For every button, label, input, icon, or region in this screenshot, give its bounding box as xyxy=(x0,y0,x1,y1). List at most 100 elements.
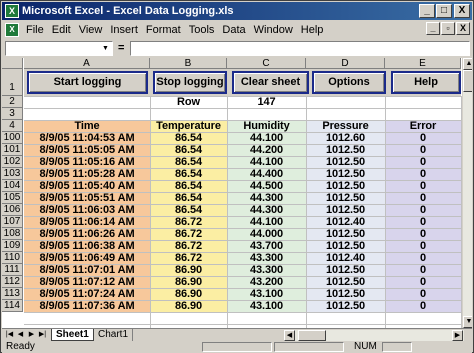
menu-tools[interactable]: Tools xyxy=(185,24,219,36)
cell-humidity[interactable]: 44.200 xyxy=(227,144,306,156)
cell-humidity[interactable]: 43.700 xyxy=(227,240,306,252)
cell-pressure[interactable]: 1012.50 xyxy=(306,144,385,156)
cell-error[interactable]: 0 xyxy=(385,264,461,276)
row-header[interactable]: 103 xyxy=(2,168,23,180)
cell-error[interactable]: 0 xyxy=(385,300,461,312)
stop-logging-button[interactable]: Stop logging xyxy=(153,71,227,94)
cell-error[interactable]: 0 xyxy=(385,168,461,180)
cell-pressure[interactable]: 1012.50 xyxy=(306,240,385,252)
cell-humidity[interactable]: 43.100 xyxy=(227,288,306,300)
prev-sheet-icon[interactable]: ◀ xyxy=(15,329,26,340)
header-pressure[interactable]: Pressure xyxy=(306,120,385,132)
cell-temperature[interactable]: 86.54 xyxy=(150,144,227,156)
header-time[interactable]: Time xyxy=(24,120,150,132)
cell-time[interactable]: 8/9/05 11:07:12 AM xyxy=(24,276,150,288)
header-error[interactable]: Error xyxy=(385,120,461,132)
cell-error[interactable]: 0 xyxy=(385,228,461,240)
cell-pressure[interactable]: 1012.40 xyxy=(306,252,385,264)
clear-sheet-button[interactable]: Clear sheet xyxy=(232,71,309,94)
formula-input[interactable] xyxy=(130,41,470,56)
horizontal-scrollbar[interactable]: ◀ ▶ xyxy=(284,330,464,341)
first-sheet-icon[interactable]: |◀ xyxy=(4,329,15,340)
cell-temperature[interactable]: 86.54 xyxy=(150,156,227,168)
cell-humidity[interactable]: 44.300 xyxy=(227,192,306,204)
menu-data[interactable]: Data xyxy=(218,24,249,36)
row-value-cell[interactable]: 147 xyxy=(227,96,306,108)
cell-time[interactable]: 8/9/05 11:05:28 AM xyxy=(24,168,150,180)
cell-temperature[interactable]: 86.54 xyxy=(150,204,227,216)
row-label-cell[interactable]: Row xyxy=(150,96,227,108)
cell-time[interactable]: 8/9/05 11:07:24 AM xyxy=(24,288,150,300)
cell-time[interactable]: 8/9/05 11:04:53 AM xyxy=(24,132,150,144)
row-header-1[interactable]: 1 xyxy=(2,69,23,96)
cell-humidity[interactable]: 43.300 xyxy=(227,252,306,264)
column-header-b[interactable]: B xyxy=(150,58,227,69)
cell-time[interactable]: 8/9/05 11:05:51 AM xyxy=(24,192,150,204)
chevron-down-icon[interactable]: ▼ xyxy=(100,43,111,54)
cell-time[interactable]: 8/9/05 11:06:49 AM xyxy=(24,252,150,264)
scroll-left-icon[interactable]: ◀ xyxy=(284,330,295,341)
column-header-c[interactable]: C xyxy=(227,58,306,69)
cell-time[interactable]: 8/9/05 11:06:26 AM xyxy=(24,228,150,240)
cell-error[interactable]: 0 xyxy=(385,180,461,192)
doc-minimize-button[interactable]: _ xyxy=(426,22,440,35)
row-header[interactable]: 101 xyxy=(2,144,23,156)
cell-temperature[interactable]: 86.72 xyxy=(150,252,227,264)
row-header[interactable]: 108 xyxy=(2,228,23,240)
cell-time[interactable]: 8/9/05 11:05:16 AM xyxy=(24,156,150,168)
cell-humidity[interactable]: 43.300 xyxy=(227,264,306,276)
row-header[interactable]: 112 xyxy=(2,276,23,288)
name-box[interactable]: ▼ xyxy=(5,41,113,56)
vertical-scrollbar[interactable]: ▲ ▼ xyxy=(462,58,472,328)
horizontal-scroll-thumb[interactable] xyxy=(298,330,326,341)
menu-window[interactable]: Window xyxy=(250,24,297,36)
cell-temperature[interactable]: 86.54 xyxy=(150,180,227,192)
row-header[interactable]: 114 xyxy=(2,300,23,312)
spreadsheet-grid[interactable]: A B C D E 1 Start logging Stop logging C… xyxy=(2,58,472,328)
cell-pressure[interactable]: 1012.50 xyxy=(306,180,385,192)
next-sheet-icon[interactable]: ▶ xyxy=(26,329,37,340)
column-header-a[interactable]: A xyxy=(24,58,150,69)
row-header[interactable]: 105 xyxy=(2,192,23,204)
cell-pressure[interactable]: 1012.60 xyxy=(306,132,385,144)
select-all-corner[interactable] xyxy=(2,58,23,69)
cell-pressure[interactable]: 1012.50 xyxy=(306,168,385,180)
header-temperature[interactable]: Temperature xyxy=(150,120,227,132)
menu-format[interactable]: Format xyxy=(142,24,185,36)
menu-file[interactable]: File xyxy=(22,24,48,36)
cell-error[interactable]: 0 xyxy=(385,156,461,168)
row-header-2[interactable]: 2 xyxy=(2,96,23,108)
cell-pressure[interactable]: 1012.50 xyxy=(306,204,385,216)
row-header[interactable]: 106 xyxy=(2,204,23,216)
cell-temperature[interactable]: 86.72 xyxy=(150,240,227,252)
cell-pressure[interactable]: 1012.50 xyxy=(306,156,385,168)
cell-time[interactable]: 8/9/05 11:05:05 AM xyxy=(24,144,150,156)
tab-sheet1[interactable]: Sheet1 xyxy=(51,329,94,341)
cell-pressure[interactable]: 1012.50 xyxy=(306,192,385,204)
cell-temperature[interactable]: 86.72 xyxy=(150,216,227,228)
row-header[interactable]: 104 xyxy=(2,180,23,192)
header-humidity[interactable]: Humidity xyxy=(227,120,306,132)
scroll-down-icon[interactable]: ▼ xyxy=(463,316,472,328)
help-button[interactable]: Help xyxy=(391,71,461,94)
cell-error[interactable]: 0 xyxy=(385,252,461,264)
row-header[interactable]: 107 xyxy=(2,216,23,228)
cell-humidity[interactable]: 44.100 xyxy=(227,216,306,228)
cell-pressure[interactable]: 1012.40 xyxy=(306,216,385,228)
cell-error[interactable]: 0 xyxy=(385,144,461,156)
cell-humidity[interactable]: 44.000 xyxy=(227,228,306,240)
close-button[interactable]: X xyxy=(454,4,470,18)
cell-pressure[interactable]: 1012.50 xyxy=(306,228,385,240)
row-header[interactable]: 102 xyxy=(2,156,23,168)
cell-error[interactable]: 0 xyxy=(385,288,461,300)
column-header-d[interactable]: D xyxy=(306,58,385,69)
cell-time[interactable]: 8/9/05 11:06:03 AM xyxy=(24,204,150,216)
cell-humidity[interactable]: 44.100 xyxy=(227,156,306,168)
menu-help[interactable]: Help xyxy=(297,24,328,36)
menu-edit[interactable]: Edit xyxy=(48,24,75,36)
row-header[interactable]: 109 xyxy=(2,240,23,252)
cell-error[interactable]: 0 xyxy=(385,216,461,228)
vertical-scroll-thumb[interactable] xyxy=(463,70,472,92)
doc-close-button[interactable]: X xyxy=(456,22,470,35)
doc-restore-button[interactable]: ▫ xyxy=(441,22,455,35)
